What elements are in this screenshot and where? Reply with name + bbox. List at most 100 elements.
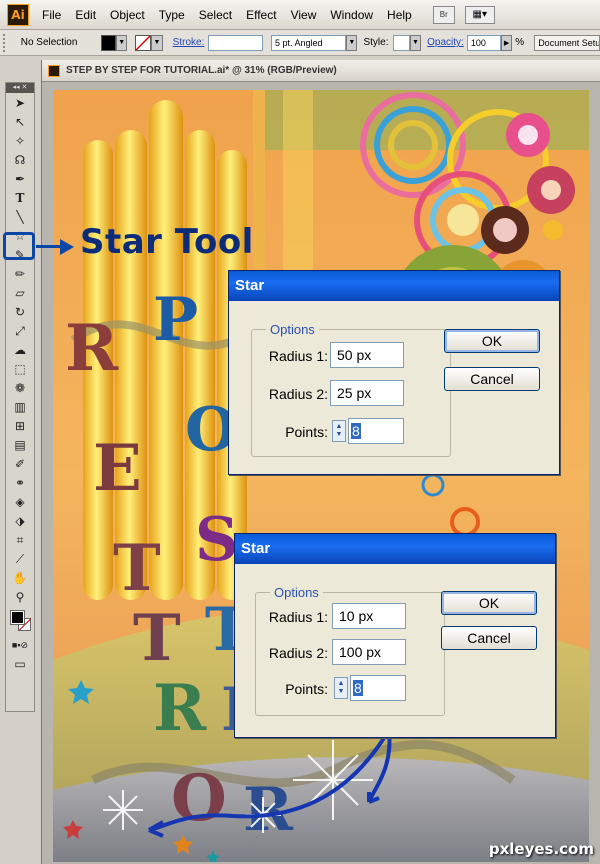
dialog-title[interactable]: Star: [235, 534, 555, 564]
menu-select[interactable]: Select: [192, 8, 239, 22]
symbol-sprayer-tool-icon[interactable]: ❁: [12, 380, 28, 396]
menu-object[interactable]: Object: [103, 8, 152, 22]
points-label: Points:: [285, 424, 328, 440]
options-group-label: Options: [266, 322, 319, 337]
fill-swatch[interactable]: [100, 34, 117, 51]
style-dropdown[interactable]: ▼: [409, 34, 422, 51]
ok-button[interactable]: OK: [444, 329, 540, 353]
watermark: pxleyes.com: [488, 840, 594, 858]
brush-definition-field[interactable]: 5 pt. Angled: [271, 34, 347, 51]
radius2-label: Radius 2:: [268, 645, 328, 661]
none-stroke-icon: [135, 34, 151, 51]
points-label: Points:: [285, 681, 328, 697]
blend-tool-icon[interactable]: ⚭: [12, 475, 28, 491]
star-tool-callout: Star Tool: [80, 222, 254, 262]
live-paint-selection-tool-icon[interactable]: ⬗: [12, 513, 28, 529]
control-bar-grip[interactable]: [3, 33, 9, 52]
lasso-tool-icon[interactable]: ☊: [12, 152, 28, 168]
document-setup-label: Document Setup: [538, 37, 600, 48]
menu-edit[interactable]: Edit: [68, 8, 103, 22]
graph-tool-icon[interactable]: ▥: [12, 399, 28, 415]
points-spinner[interactable]: ▲ ▼: [332, 420, 346, 442]
fill-box-icon[interactable]: [10, 610, 25, 625]
crop-tool-icon[interactable]: ⌗: [12, 532, 28, 548]
options-group: Options Radius 1: 50 px Radius 2: 25 px …: [251, 322, 451, 457]
toolbox-header[interactable]: ◂◂ ✕: [6, 83, 34, 93]
eraser-tool-icon[interactable]: ▱: [12, 285, 28, 301]
document-setup-button[interactable]: Document Setup: [534, 34, 600, 51]
bridge-button[interactable]: Br: [432, 5, 455, 24]
free-transform-tool-icon[interactable]: ⬚: [12, 361, 28, 377]
style-swatch[interactable]: [392, 34, 410, 51]
screen-mode-icon[interactable]: ▭: [12, 656, 28, 672]
pen-tool-icon[interactable]: ✒: [12, 171, 28, 187]
pencil-tool-icon[interactable]: ✏: [12, 266, 28, 282]
menu-help[interactable]: Help: [380, 8, 419, 22]
radius2-input[interactable]: 100 px: [332, 639, 406, 665]
radius1-input[interactable]: 10 px: [332, 603, 406, 629]
stroke-label[interactable]: Stroke:: [173, 37, 205, 48]
points-input[interactable]: 8: [350, 675, 406, 701]
letter-e-1: E: [93, 431, 142, 506]
gradient-tool-icon[interactable]: ▤: [12, 437, 28, 453]
workspace-switcher-button[interactable]: ▦▾: [464, 5, 495, 24]
star-tool-highlight: [3, 232, 35, 260]
brush-dropdown[interactable]: ▼: [346, 34, 358, 51]
retro-poster-artwork: R E T T R O P O S T E R: [53, 90, 589, 862]
ok-button[interactable]: OK: [441, 591, 537, 615]
type-tool-icon[interactable]: T: [12, 190, 28, 206]
style-label: Style:: [363, 37, 389, 48]
menu-window[interactable]: Window: [323, 8, 380, 22]
menu-file[interactable]: File: [35, 8, 68, 22]
app-logo: Ai: [7, 3, 29, 26]
document-title: STEP BY STEP FOR TUTORIAL.ai* @ 31% (RGB…: [66, 65, 337, 76]
line-tool-icon[interactable]: ╲: [12, 209, 28, 225]
stroke-swatch[interactable]: [135, 34, 152, 51]
mesh-tool-icon[interactable]: ⊞: [12, 418, 28, 434]
cancel-button[interactable]: Cancel: [441, 626, 537, 650]
workspace-icon: ▦▾: [472, 9, 487, 20]
fill-dropdown[interactable]: ▼: [116, 34, 128, 51]
stroke-dropdown[interactable]: ▼: [151, 34, 163, 51]
live-paint-tool-icon[interactable]: ◈: [12, 494, 28, 510]
cancel-button[interactable]: Cancel: [444, 367, 540, 391]
star-dialog-2: Star Options Radius 1: 10 px Radius 2: 1…: [234, 533, 556, 738]
rotate-tool-icon[interactable]: ↻: [12, 304, 28, 320]
opacity-label[interactable]: Opacity:: [427, 37, 464, 48]
eyedropper-tool-icon[interactable]: ✐: [12, 456, 28, 472]
options-group: Options Radius 1: 10 px Radius 2: 100 px…: [255, 585, 445, 716]
dialog-title[interactable]: Star: [229, 271, 559, 301]
radius2-input[interactable]: 25 px: [330, 380, 404, 406]
callout-arrow-head-icon: [60, 239, 74, 255]
menu-view[interactable]: View: [284, 8, 324, 22]
artboard[interactable]: R E T T R O P O S T E R: [53, 90, 589, 862]
menu-effect[interactable]: Effect: [239, 8, 283, 22]
radius1-input[interactable]: 50 px: [330, 342, 404, 368]
slice-tool-icon[interactable]: ⟋: [12, 551, 28, 567]
opacity-field[interactable]: 100: [466, 34, 501, 51]
selection-tool-icon[interactable]: ➤: [12, 95, 28, 111]
points-input[interactable]: 8: [348, 418, 404, 444]
scale-tool-icon[interactable]: ⤢: [12, 323, 28, 339]
warp-tool-icon[interactable]: ☁: [12, 342, 28, 358]
letter-r-1: R: [65, 311, 119, 386]
fill-stroke-control[interactable]: [9, 609, 33, 633]
direct-selection-tool-icon[interactable]: ↖: [12, 114, 28, 130]
document-tab[interactable]: STEP BY STEP FOR TUTORIAL.ai* @ 31% (RGB…: [42, 60, 600, 82]
points-value: 8: [353, 680, 363, 696]
spin-up-icon[interactable]: ▲: [338, 680, 345, 688]
opacity-dropdown[interactable]: ▶: [500, 34, 513, 51]
spin-down-icon[interactable]: ▼: [336, 431, 343, 439]
points-spinner[interactable]: ▲ ▼: [334, 677, 348, 699]
brush-definition-value: 5 pt. Angled: [275, 37, 323, 48]
menu-type[interactable]: Type: [152, 8, 192, 22]
spin-up-icon[interactable]: ▲: [336, 423, 343, 431]
letter-t-1: T: [113, 531, 161, 606]
stroke-weight-field[interactable]: [208, 34, 263, 51]
star-dialog-1: Star Options Radius 1: 50 px Radius 2: 2…: [228, 270, 560, 475]
zoom-tool-icon[interactable]: ⚲: [12, 589, 28, 605]
color-mode-icon[interactable]: ■▪⊘: [12, 637, 28, 653]
spin-down-icon[interactable]: ▼: [338, 688, 345, 696]
hand-tool-icon[interactable]: ✋: [12, 570, 28, 586]
magic-wand-tool-icon[interactable]: ✧: [12, 133, 28, 149]
